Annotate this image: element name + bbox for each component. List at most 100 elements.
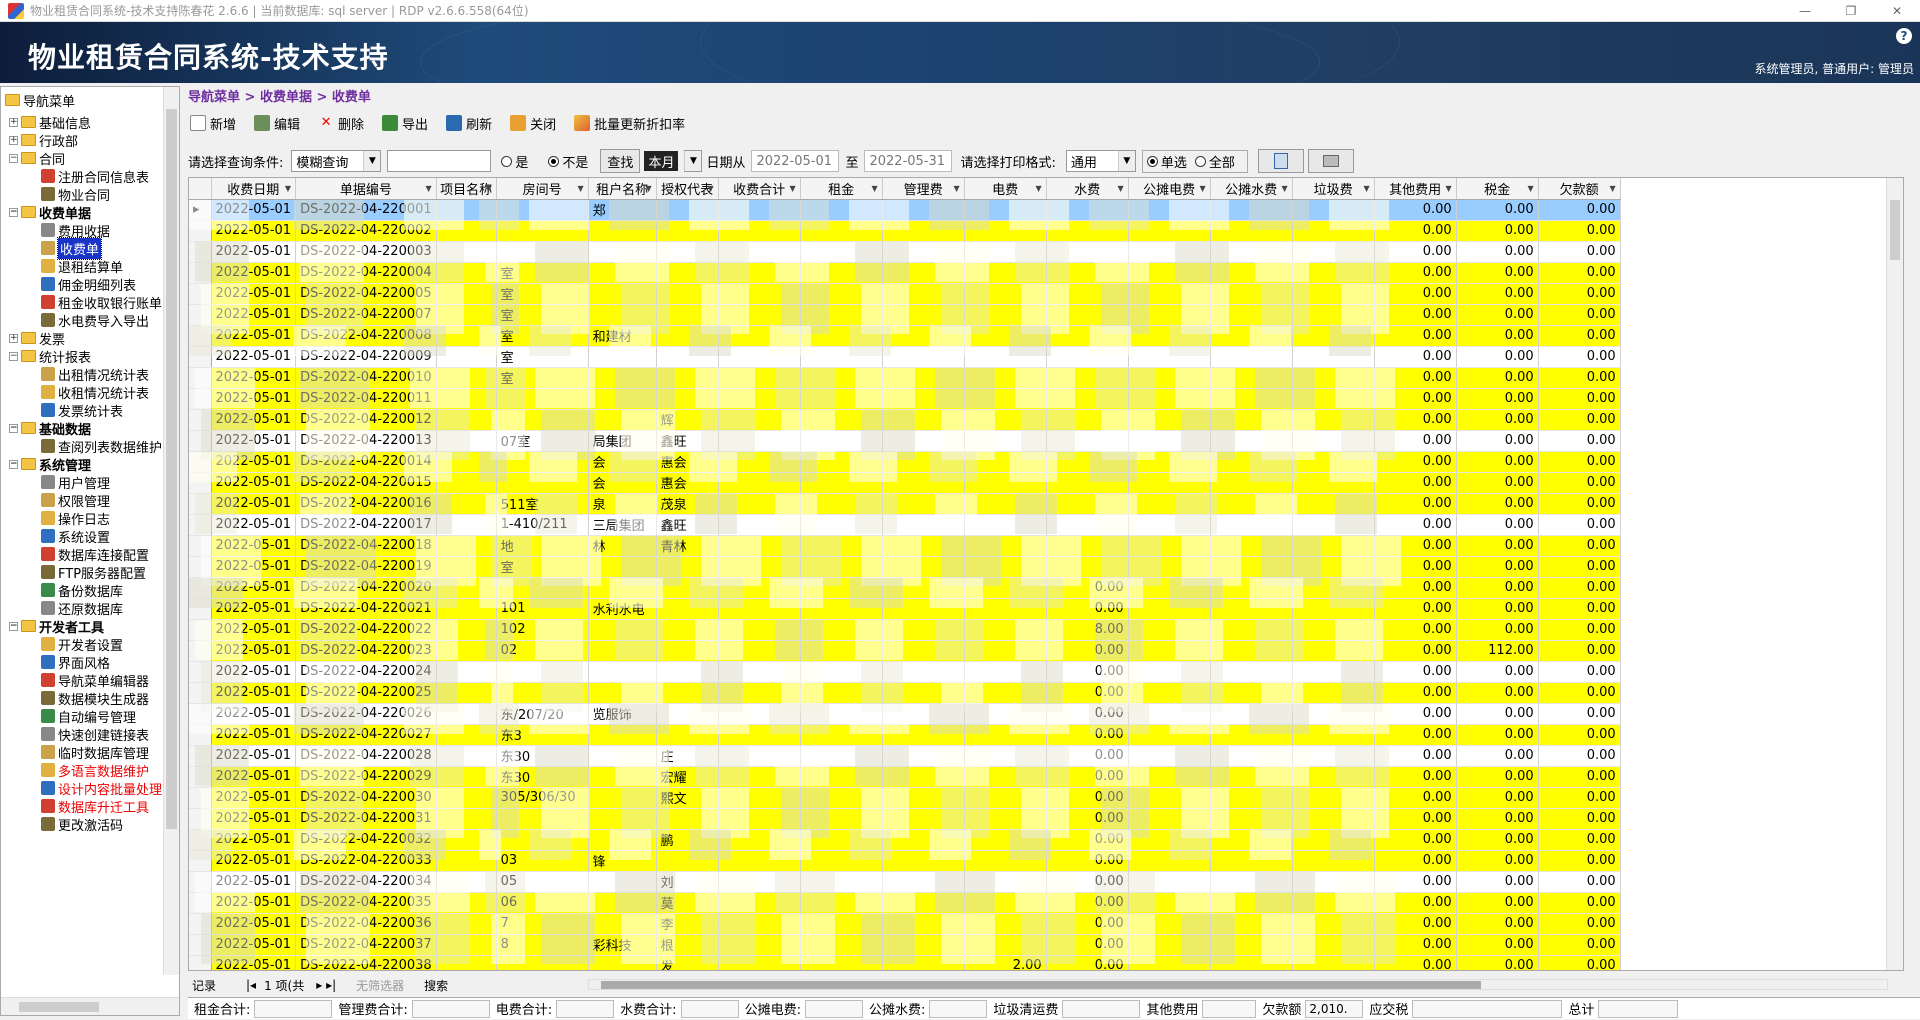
table-cell[interactable] bbox=[588, 955, 657, 970]
table-cell[interactable]: 2022-05-01 bbox=[211, 367, 297, 389]
table-cell[interactable]: 0.00 bbox=[1538, 934, 1621, 956]
table-cell[interactable] bbox=[1128, 871, 1211, 893]
table-row[interactable]: 2022-05-01 DS-2022-04-220005 室 0.00 0.00 0.00 bbox=[189, 283, 1621, 305]
table-cell[interactable] bbox=[800, 325, 883, 347]
table-cell[interactable] bbox=[1210, 808, 1293, 830]
table-cell[interactable]: 2022-05-01 bbox=[211, 661, 297, 683]
table-cell[interactable] bbox=[1210, 892, 1293, 914]
table-cell[interactable] bbox=[496, 220, 589, 242]
table-cell[interactable] bbox=[800, 661, 883, 683]
table-cell[interactable] bbox=[964, 241, 1047, 263]
table-cell[interactable] bbox=[436, 367, 497, 389]
table-cell[interactable]: 鹏 bbox=[656, 829, 719, 851]
table-cell[interactable] bbox=[656, 661, 719, 683]
grid-vertical-scrollbar[interactable] bbox=[1886, 178, 1903, 970]
table-cell[interactable] bbox=[1046, 535, 1129, 557]
table-cell[interactable]: 0.00 bbox=[1456, 493, 1539, 515]
table-cell[interactable] bbox=[1210, 955, 1293, 970]
table-cell[interactable] bbox=[588, 556, 657, 578]
table-cell[interactable] bbox=[964, 451, 1047, 473]
table-cell[interactable]: 0.00 bbox=[1456, 472, 1539, 494]
table-row[interactable]: 2022-05-01 DS-2022-04-220029 东30 宏耀 0.00 0.00… bbox=[189, 766, 1621, 788]
table-cell[interactable]: 0.00 bbox=[1538, 283, 1621, 305]
print-format-select[interactable]: 通用 ▼ bbox=[1065, 150, 1136, 172]
table-cell[interactable] bbox=[1128, 283, 1211, 305]
row-indicator[interactable] bbox=[189, 619, 212, 641]
table-cell[interactable]: 0.00 bbox=[1456, 934, 1539, 956]
table-row[interactable]: 2022-05-01 DS-2022-04-220027 东3 0.00 0.00 0.0… bbox=[189, 724, 1621, 746]
table-cell[interactable] bbox=[656, 199, 719, 221]
table-cell[interactable] bbox=[1292, 430, 1375, 452]
table-cell[interactable] bbox=[1210, 745, 1293, 767]
table-cell[interactable] bbox=[436, 472, 497, 494]
table-cell[interactable]: 0.00 bbox=[1456, 514, 1539, 536]
table-cell[interactable]: 0.00 bbox=[1456, 577, 1539, 599]
table-cell[interactable] bbox=[656, 262, 719, 284]
table-cell[interactable] bbox=[800, 787, 883, 809]
table-cell[interactable] bbox=[1210, 262, 1293, 284]
table-cell[interactable]: 0.00 bbox=[1538, 472, 1621, 494]
table-cell[interactable] bbox=[718, 472, 801, 494]
table-cell[interactable] bbox=[882, 535, 965, 557]
table-cell[interactable] bbox=[656, 808, 719, 830]
table-cell[interactable]: 室 bbox=[496, 304, 589, 326]
table-cell[interactable]: DS-2022-04-220024 bbox=[295, 661, 437, 683]
column-dropdown-icon[interactable]: ▼ bbox=[954, 184, 960, 193]
table-cell[interactable] bbox=[1210, 325, 1293, 347]
table-cell[interactable]: 2022-05-01 bbox=[211, 787, 297, 809]
column-dropdown-icon[interactable]: ▼ bbox=[1282, 184, 1288, 193]
table-cell[interactable] bbox=[882, 472, 965, 494]
table-cell[interactable] bbox=[496, 955, 589, 970]
table-cell[interactable]: 0.00 bbox=[1538, 808, 1621, 830]
table-cell[interactable] bbox=[1292, 661, 1375, 683]
print-button[interactable] bbox=[1307, 149, 1354, 173]
radio-yes[interactable]: 是 bbox=[501, 152, 528, 171]
table-cell[interactable] bbox=[1128, 220, 1211, 242]
column-header[interactable]: 公摊水费 ▼ bbox=[1210, 178, 1293, 200]
table-cell[interactable] bbox=[718, 808, 801, 830]
table-cell[interactable]: 室 bbox=[496, 556, 589, 578]
table-cell[interactable] bbox=[800, 745, 883, 767]
table-cell[interactable]: 0.00 bbox=[1456, 724, 1539, 746]
table-cell[interactable] bbox=[436, 451, 497, 473]
table-cell[interactable]: 0.00 bbox=[1538, 535, 1621, 557]
table-cell[interactable] bbox=[718, 367, 801, 389]
table-row[interactable]: 2022-05-01 DS-2022-04-220030 305/306/30 熙文 0… bbox=[189, 787, 1621, 809]
table-cell[interactable] bbox=[588, 682, 657, 704]
table-cell[interactable] bbox=[436, 871, 497, 893]
table-row[interactable]: 2022-05-01 DS-2022-04-220016 511室泉茂泉 0.00 0.… bbox=[189, 493, 1621, 515]
row-indicator[interactable] bbox=[189, 955, 212, 970]
row-indicator[interactable] bbox=[189, 577, 212, 599]
table-cell[interactable]: 0.00 bbox=[1374, 724, 1457, 746]
edit-button[interactable]: 编辑 bbox=[254, 114, 300, 133]
table-cell[interactable] bbox=[964, 787, 1047, 809]
table-cell[interactable] bbox=[718, 409, 801, 431]
table-cell[interactable] bbox=[1210, 367, 1293, 389]
table-cell[interactable]: 0.00 bbox=[1456, 850, 1539, 872]
table-cell[interactable] bbox=[718, 724, 801, 746]
table-cell[interactable]: 2022-05-01 bbox=[211, 304, 297, 326]
table-cell[interactable] bbox=[964, 220, 1047, 242]
table-cell[interactable] bbox=[800, 535, 883, 557]
table-cell[interactable]: 0.00 bbox=[1456, 220, 1539, 242]
table-cell[interactable] bbox=[656, 682, 719, 704]
table-cell[interactable] bbox=[1046, 556, 1129, 578]
table-row[interactable]: 2022-05-01 DS-2022-04-220028 东30 庄 0.00 0.00 0… bbox=[189, 745, 1621, 767]
table-cell[interactable] bbox=[964, 493, 1047, 515]
table-cell[interactable]: DS-2022-04-220008 bbox=[295, 325, 437, 347]
table-cell[interactable] bbox=[436, 640, 497, 662]
table-cell[interactable]: 茂泉 bbox=[656, 493, 719, 515]
table-row[interactable]: 2022-05-01 DS-2022-04-220018 地林青林 0.00 0.00 0… bbox=[189, 535, 1621, 557]
table-cell[interactable]: 熙文 bbox=[656, 787, 719, 809]
table-cell[interactable]: 0.00 bbox=[1046, 724, 1129, 746]
table-cell[interactable] bbox=[882, 640, 965, 662]
table-cell[interactable] bbox=[588, 577, 657, 599]
table-cell[interactable]: 0.00 bbox=[1538, 703, 1621, 725]
table-cell[interactable]: DS-2022-04-220027 bbox=[295, 724, 437, 746]
table-cell[interactable]: 0.00 bbox=[1456, 703, 1539, 725]
table-cell[interactable] bbox=[882, 388, 965, 410]
table-cell[interactable]: 会 bbox=[588, 451, 657, 473]
table-cell[interactable]: 室 bbox=[496, 367, 589, 389]
table-cell[interactable]: 0.00 bbox=[1456, 241, 1539, 263]
table-cell[interactable]: 0.00 bbox=[1046, 640, 1129, 662]
